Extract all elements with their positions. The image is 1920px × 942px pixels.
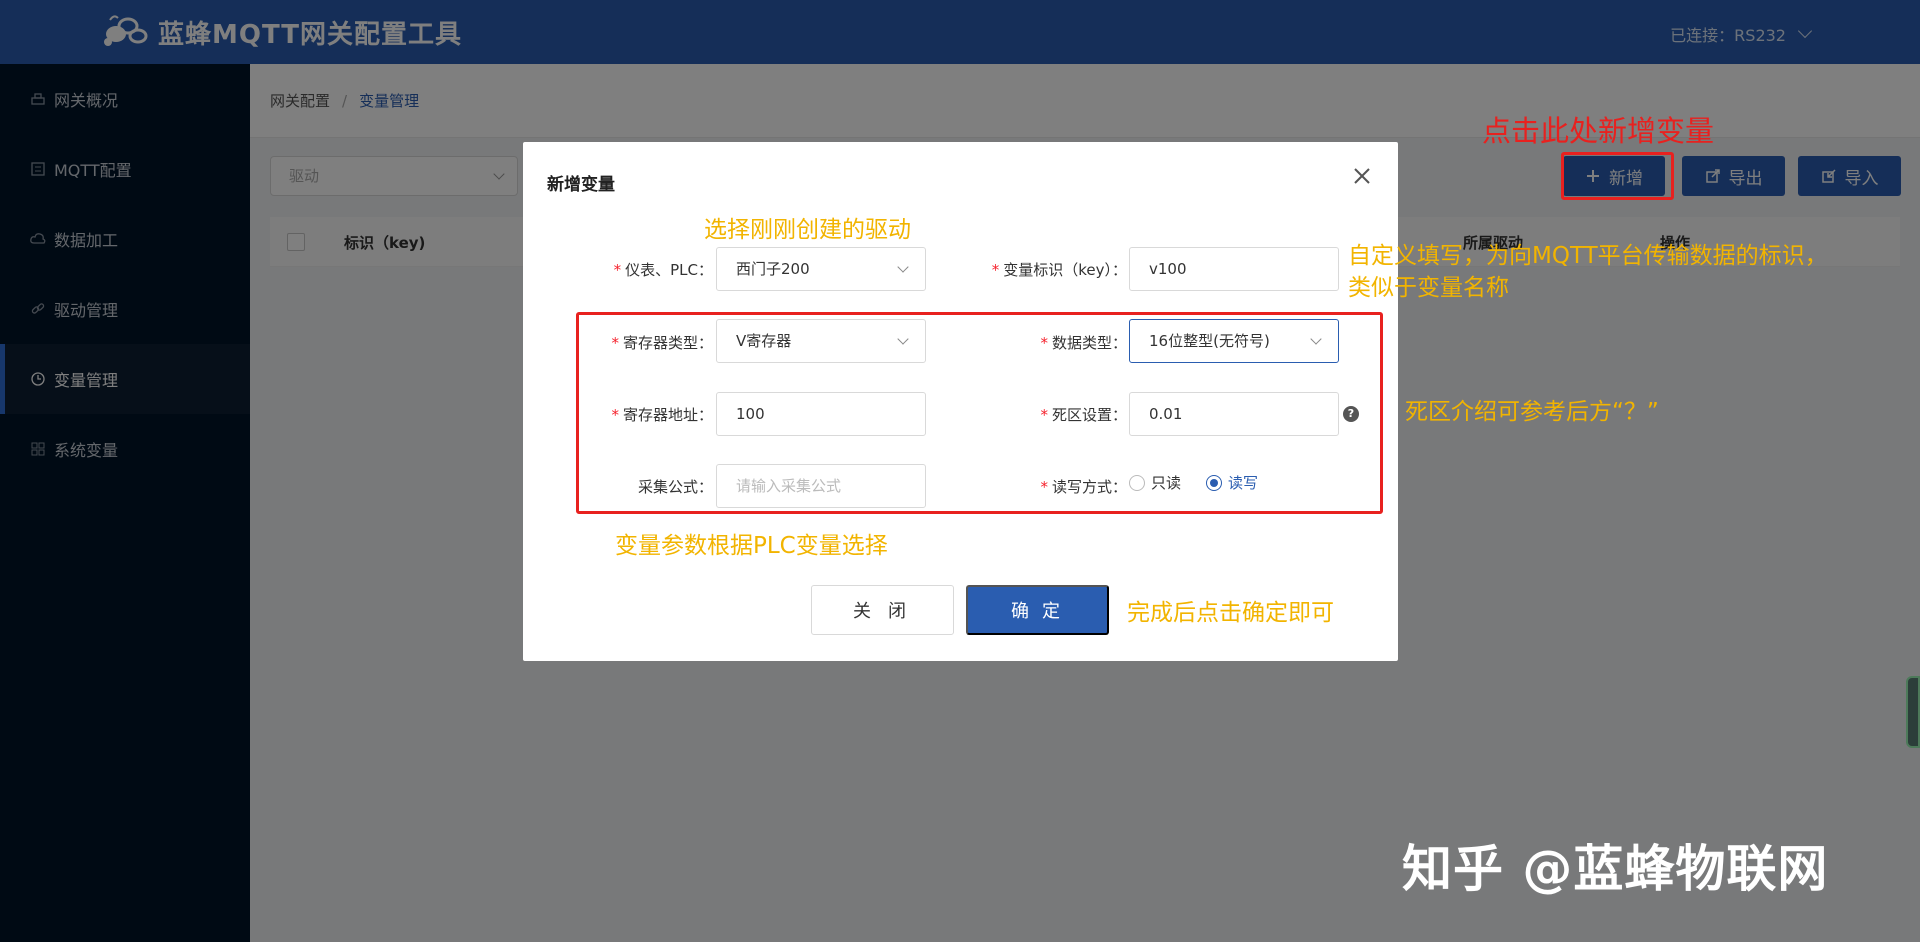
annotation-params-box bbox=[576, 312, 1383, 514]
annotation-confirm-hint: 完成后点击确定即可 bbox=[1127, 600, 1334, 626]
watermark: 知乎 @蓝蜂物联网 bbox=[1402, 840, 1829, 898]
key-label: * 变量标识（key）： bbox=[991, 261, 1127, 279]
device-select[interactable]: 西门子200 bbox=[716, 247, 926, 291]
annotation-driver-hint: 选择刚刚创建的驱动 bbox=[704, 217, 911, 243]
dialog-title: 新增变量 bbox=[547, 175, 615, 195]
key-input-value: v100 bbox=[1149, 260, 1187, 278]
chevron-down-icon bbox=[897, 261, 909, 273]
annotation-params-hint: 变量参数根据PLC变量选择 bbox=[615, 533, 888, 559]
close-icon[interactable] bbox=[1352, 166, 1372, 186]
key-input[interactable]: v100 bbox=[1129, 247, 1339, 291]
annotation-key-hint-2: 类似于变量名称 bbox=[1348, 275, 1509, 301]
annotation-deadband-hint: 死区介绍可参考后方“？” bbox=[1405, 399, 1659, 425]
device-select-value: 西门子200 bbox=[736, 260, 810, 278]
close-button[interactable]: 关 闭 bbox=[811, 585, 954, 635]
confirm-button[interactable]: 确 定 bbox=[966, 585, 1109, 635]
annotation-add-box bbox=[1561, 152, 1674, 200]
side-widget[interactable] bbox=[1906, 676, 1920, 748]
annotation-add-hint: 点击此处新增变量 bbox=[1482, 114, 1715, 148]
annotation-key-hint-1: 自定义填写，为向MQTT平台传输数据的标识， bbox=[1348, 243, 1828, 269]
device-label: * 仪表、PLC： bbox=[613, 261, 713, 279]
